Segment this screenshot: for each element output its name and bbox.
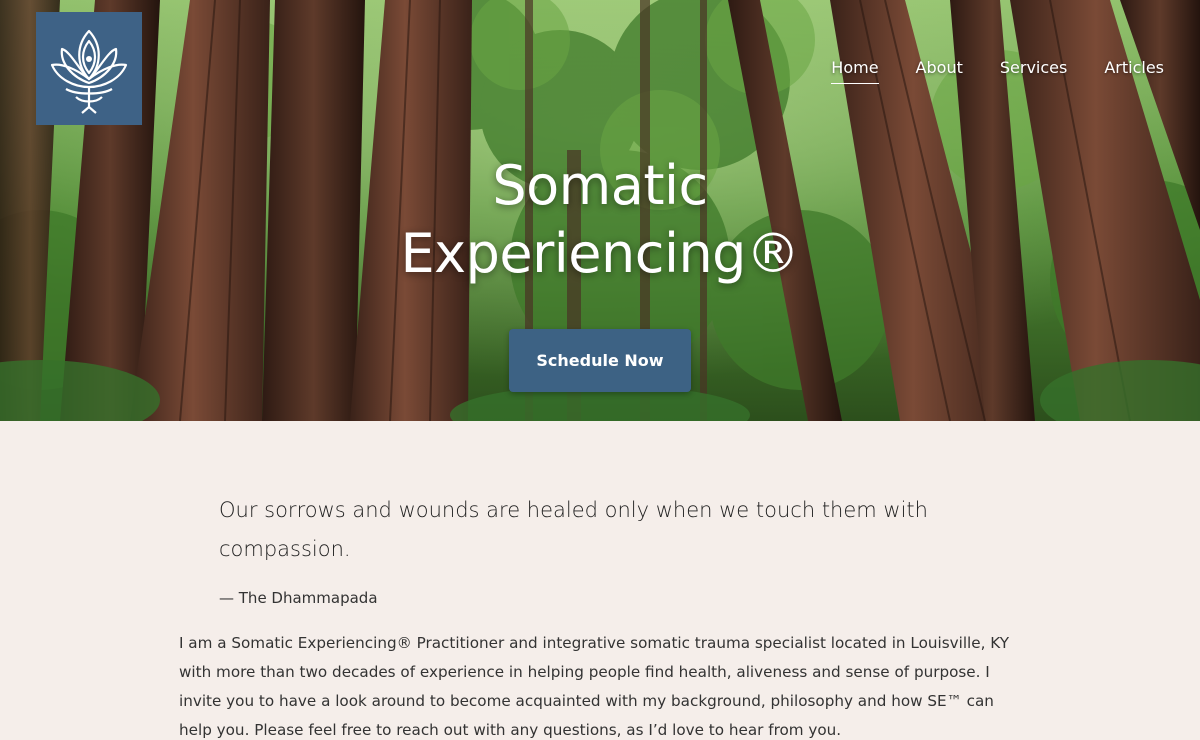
hero-title-line-1: Somatic <box>492 154 708 217</box>
main-navigation: Home About Services Articles <box>831 58 1164 84</box>
bio-paragraph: I am a Somatic Experiencing® Practitione… <box>179 634 1009 739</box>
hero-section: Home About Services Articles Somatic Exp… <box>0 0 1200 421</box>
quote-attribution: — The Dhammapada <box>219 589 378 607</box>
hero-title: Somatic Experiencing® <box>0 152 1200 288</box>
nav-services[interactable]: Services <box>1000 58 1067 84</box>
schedule-now-button[interactable]: Schedule Now <box>509 329 691 392</box>
lotus-icon <box>50 29 128 114</box>
intro-section: Our sorrows and wounds are healed only w… <box>0 421 1200 740</box>
nav-about[interactable]: About <box>916 58 963 84</box>
nav-articles[interactable]: Articles <box>1104 58 1164 84</box>
hero-title-line-2: Experiencing® <box>400 222 800 285</box>
site-logo[interactable] <box>36 12 142 125</box>
nav-home[interactable]: Home <box>831 58 879 84</box>
quote-text: Our sorrows and wounds are healed only w… <box>219 498 928 561</box>
